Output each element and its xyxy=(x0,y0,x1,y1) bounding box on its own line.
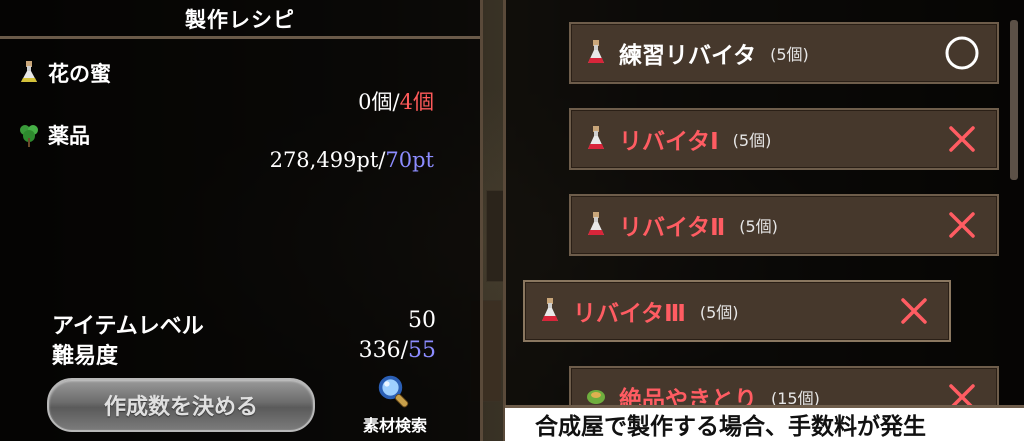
recipe-item[interactable]: 練習リバイタ (5個) xyxy=(569,22,999,84)
decide-quantity-button[interactable]: 作成数を決める xyxy=(47,378,315,432)
difficulty-have: 336 xyxy=(358,338,401,363)
difficulty-need: 55 xyxy=(408,338,436,363)
recipe-quantity: (5個) xyxy=(699,303,739,322)
material-search-label: 素材検索 xyxy=(362,416,427,435)
panel-title: 製作レシピ xyxy=(185,8,295,32)
material-row-2: 薬品 xyxy=(18,120,90,150)
potion-icon xyxy=(542,298,558,321)
material-count-2: 278,499pt/70pt xyxy=(270,148,434,172)
herb-icon xyxy=(20,125,38,147)
potion-icon xyxy=(588,212,604,235)
material-count-1: 0個/4個 xyxy=(358,86,434,116)
recipe-quantity: (5個) xyxy=(770,45,809,64)
item-level-value: 50 xyxy=(408,308,436,333)
item-level-label: アイテムレベル xyxy=(52,314,204,339)
difficulty-separator: / xyxy=(400,338,408,363)
cross-mark-icon xyxy=(949,212,975,238)
difficulty-label: 難易度 xyxy=(52,344,119,369)
circle-mark-icon xyxy=(945,36,979,70)
fee-notice-message: 合成屋で製作する場合、手数料が発生 xyxy=(505,405,1024,441)
recipe-item[interactable]: リバイタⅠ (5個) xyxy=(569,108,999,170)
recipe-name: リバイタⅢ xyxy=(573,301,686,327)
material-need: 70pt xyxy=(385,148,434,172)
material-need: 4個 xyxy=(399,90,434,114)
potion-icon xyxy=(21,61,37,82)
cross-mark-icon xyxy=(901,298,927,324)
recipe-list-scrollbar[interactable] xyxy=(1010,20,1018,180)
recipe-name: リバイタⅡ xyxy=(619,215,726,241)
cross-mark-icon xyxy=(949,126,975,152)
recipe-name: リバイタⅠ xyxy=(619,129,719,155)
material-search-button[interactable]: 素材検索 xyxy=(350,374,440,436)
background-shelf xyxy=(486,190,504,282)
material-have: 0個 xyxy=(358,90,393,114)
recipe-quantity: (5個) xyxy=(739,217,778,236)
material-row-1: 花の蜜 xyxy=(18,58,111,88)
recipe-name: 練習リバイタ xyxy=(619,43,757,69)
material-separator: / xyxy=(392,90,400,114)
recipe-quantity: (5個) xyxy=(732,131,772,150)
material-name: 花の蜜 xyxy=(48,62,111,86)
potion-icon xyxy=(588,126,604,149)
recipe-item-selected[interactable]: リバイタⅢ (5個) xyxy=(523,280,951,342)
magnifier-icon xyxy=(378,375,409,408)
potion-icon xyxy=(588,40,604,63)
material-have: 278,499pt xyxy=(269,148,379,172)
recipe-item[interactable]: リバイタⅡ (5個) xyxy=(569,194,999,256)
material-name: 薬品 xyxy=(48,124,90,148)
panel-divider xyxy=(0,36,480,39)
difficulty-value: 336/55 xyxy=(359,338,436,363)
